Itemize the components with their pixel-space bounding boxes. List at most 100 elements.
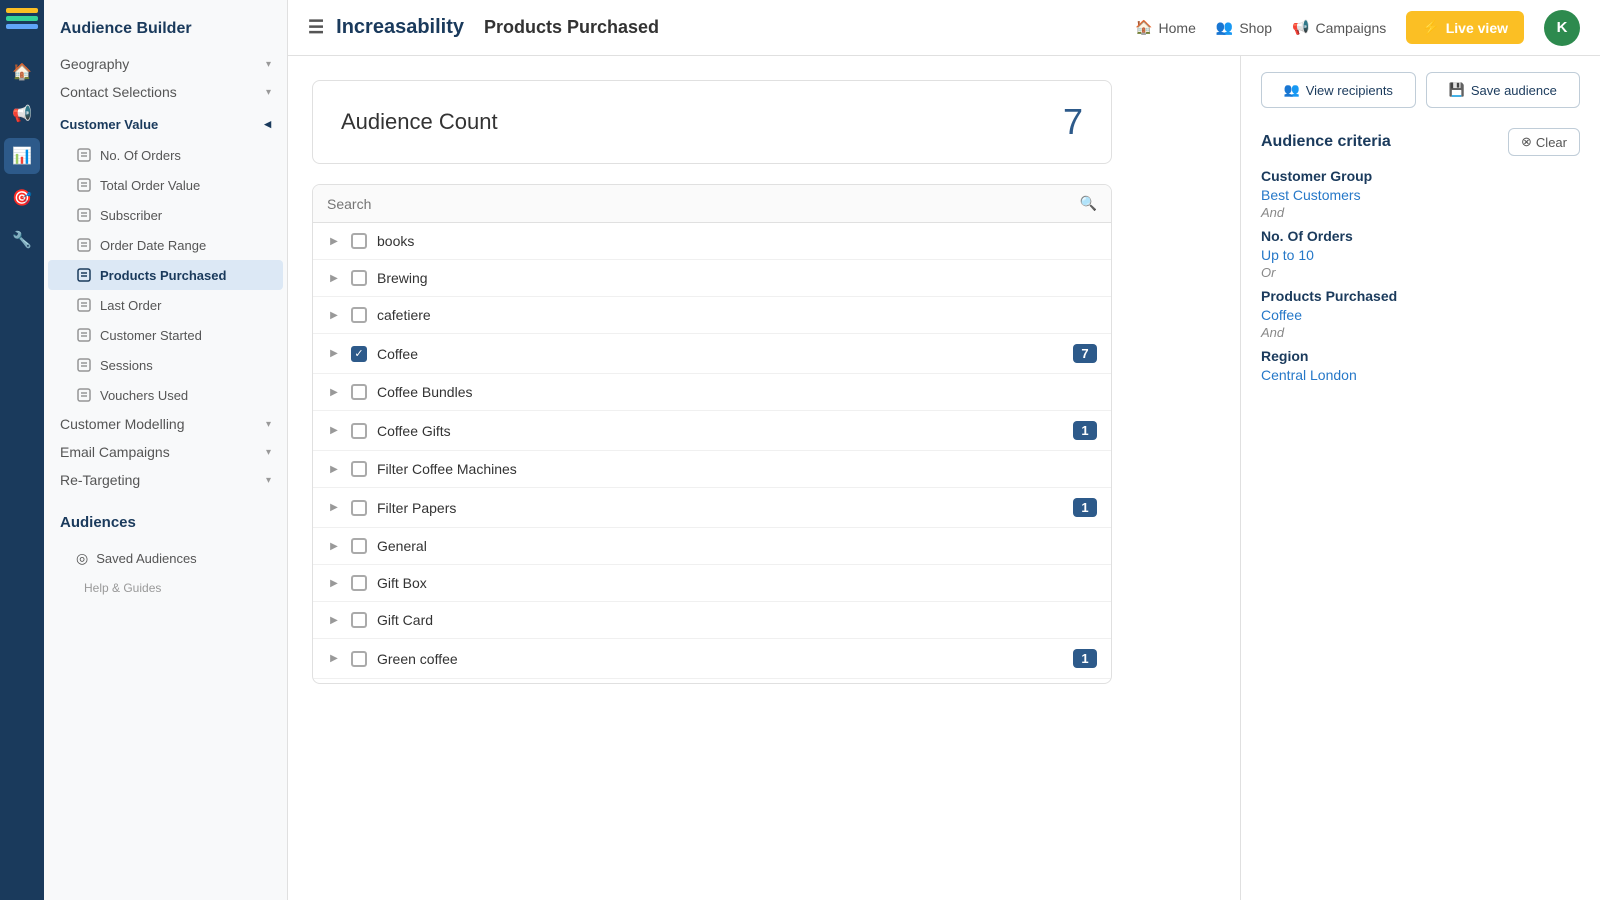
sidebar-item-products-purchased[interactable]: Products Purchased <box>48 260 283 290</box>
clear-icon: ⊗ <box>1521 134 1532 150</box>
product-name: Coffee Gifts <box>377 423 1063 439</box>
expand-icon[interactable]: ▶ <box>327 462 341 476</box>
save-audience-button[interactable]: 💾 Save audience <box>1426 72 1581 108</box>
app-logo-icon <box>6 8 38 40</box>
sidebar-title: Audience Builder <box>44 12 287 50</box>
retargeting-label: Re-Targeting <box>60 472 140 488</box>
sidebar-item-saved-audiences[interactable]: ◎ Saved Audiences <box>48 543 283 574</box>
search-input[interactable] <box>327 196 1080 212</box>
product-name: Filter Papers <box>377 500 1063 516</box>
search-bar: 🔍 <box>313 185 1111 223</box>
product-row: ▶ General <box>313 528 1111 565</box>
home-nav-link[interactable]: 🏠 Home <box>1135 19 1196 36</box>
product-checkbox[interactable] <box>351 233 367 249</box>
criteria-connector-or: Or <box>1261 265 1580 280</box>
total-order-value-label: Total Order Value <box>100 178 200 193</box>
save-icon: 💾 <box>1449 82 1465 98</box>
sidebar-section-geography-label: Geography <box>60 56 129 72</box>
customer-value-label: Customer Value <box>60 117 158 132</box>
campaigns-nav-link[interactable]: 📢 Campaigns <box>1292 19 1386 36</box>
rail-analytics-icon[interactable]: 📊 <box>4 138 40 174</box>
rail-settings-icon[interactable]: 🔧 <box>4 222 40 258</box>
product-name: Brewing <box>377 270 1097 286</box>
app-logo: ☰ Increasability <box>308 16 468 39</box>
product-checkbox[interactable] <box>351 307 367 323</box>
product-checkbox[interactable] <box>351 500 367 516</box>
expand-icon[interactable]: ▶ <box>327 539 341 553</box>
expand-icon[interactable]: ▶ <box>327 308 341 322</box>
sidebar-item-order-date-range[interactable]: Order Date Range <box>48 230 283 260</box>
sidebar-item-vouchers-used[interactable]: Vouchers Used <box>48 380 283 410</box>
campaigns-icon: 📢 <box>1292 19 1309 36</box>
sidebar-section-contact-label: Contact Selections <box>60 84 177 100</box>
expand-icon[interactable]: ▶ <box>327 347 341 361</box>
rail-campaigns-icon[interactable]: 📢 <box>4 96 40 132</box>
criteria-group-region: Region Central London <box>1261 348 1580 383</box>
product-checkbox[interactable] <box>351 461 367 477</box>
chevron-down-icon: ▾ <box>266 475 271 486</box>
product-checkbox[interactable] <box>351 575 367 591</box>
sidebar-section-geography[interactable]: Geography ▾ <box>44 50 287 78</box>
sidebar-section-contact[interactable]: Contact Selections ▾ <box>44 78 287 106</box>
shop-nav-link[interactable]: 👥 Shop <box>1216 19 1272 36</box>
view-recipients-label: View recipients <box>1306 83 1393 98</box>
sidebar-item-sessions[interactable]: Sessions <box>48 350 283 380</box>
criteria-value-best-customers: Best Customers <box>1261 187 1580 203</box>
criteria-connector-and-1: And <box>1261 205 1580 220</box>
sidebar-item-no-of-orders[interactable]: No. Of Orders <box>48 140 283 170</box>
expand-icon[interactable]: ▶ <box>327 576 341 590</box>
sidebar-section-customer-value[interactable]: Customer Value ◂ <box>44 106 287 136</box>
live-view-button[interactable]: ⚡ Live view <box>1406 11 1524 44</box>
expand-icon[interactable]: ▶ <box>327 613 341 627</box>
app-name: Increasability <box>336 16 464 39</box>
audience-count-card: Audience Count 7 <box>312 80 1112 164</box>
email-campaigns-label: Email Campaigns <box>60 444 170 460</box>
view-recipients-button[interactable]: 👥 View recipients <box>1261 72 1416 108</box>
rail-targeting-icon[interactable]: 🎯 <box>4 180 40 216</box>
product-checkbox[interactable] <box>351 270 367 286</box>
avatar[interactable]: K <box>1544 10 1580 46</box>
product-name: Green coffee <box>377 651 1063 667</box>
sidebar-item-total-order-value[interactable]: Total Order Value <box>48 170 283 200</box>
criteria-group-products-purchased: Products Purchased Coffee And <box>1261 288 1580 340</box>
sidebar-section-customer-modelling[interactable]: Customer Modelling ▾ <box>44 410 287 438</box>
product-badge: 1 <box>1073 649 1097 668</box>
product-row: ▶books <box>313 223 1111 260</box>
live-view-label: Live view <box>1446 20 1508 36</box>
product-checkbox[interactable] <box>351 423 367 439</box>
sidebar-item-customer-started[interactable]: Customer Started <box>48 320 283 350</box>
expand-icon[interactable]: ▶ <box>327 271 341 285</box>
expand-icon[interactable]: ▶ <box>327 385 341 399</box>
sidebar-item-last-order[interactable]: Last Order <box>48 290 283 320</box>
sidebar-item-subscriber[interactable]: Subscriber <box>48 200 283 230</box>
subscriber-label: Subscriber <box>100 208 162 223</box>
product-checkbox[interactable] <box>351 538 367 554</box>
criteria-title: Audience criteria ⊗ Clear <box>1261 128 1580 156</box>
product-checkbox[interactable] <box>351 651 367 667</box>
sidebar-item-help[interactable]: Help & Guides <box>48 574 283 602</box>
expand-icon[interactable]: ▶ <box>327 501 341 515</box>
product-checkbox[interactable] <box>351 384 367 400</box>
product-list: ▶books▶Brewing▶cafetiere▶Coffee7▶Coffee … <box>313 223 1111 683</box>
product-name: General <box>377 538 1097 554</box>
clear-button[interactable]: ⊗ Clear <box>1508 128 1580 156</box>
product-checkbox[interactable] <box>351 346 367 362</box>
main: ☰ Increasability Products Purchased 🏠 Ho… <box>288 0 1600 900</box>
campaigns-label: Campaigns <box>1315 20 1386 36</box>
sidebar-section-retargeting[interactable]: Re-Targeting ▾ <box>44 466 287 494</box>
chevron-left-icon: ◂ <box>264 116 271 132</box>
audience-count-label: Audience Count <box>341 109 498 135</box>
right-panel: 👥 View recipients 💾 Save audience Audien… <box>1240 56 1600 900</box>
expand-icon[interactable]: ▶ <box>327 424 341 438</box>
sidebar-section-email-campaigns[interactable]: Email Campaigns ▾ <box>44 438 287 466</box>
expand-icon[interactable]: ▶ <box>327 234 341 248</box>
product-badge: 1 <box>1073 498 1097 517</box>
no-of-orders-label: No. Of Orders <box>100 148 181 163</box>
criteria-group-customer-group: Customer Group Best Customers And <box>1261 168 1580 220</box>
clear-label: Clear <box>1536 135 1567 150</box>
product-row: ▶ Green coffee 1 <box>313 639 1111 679</box>
product-checkbox[interactable] <box>351 612 367 628</box>
expand-icon[interactable]: ▶ <box>327 652 341 666</box>
rail-home-icon[interactable]: 🏠 <box>4 54 40 90</box>
hamburger-icon[interactable]: ☰ <box>308 17 324 38</box>
